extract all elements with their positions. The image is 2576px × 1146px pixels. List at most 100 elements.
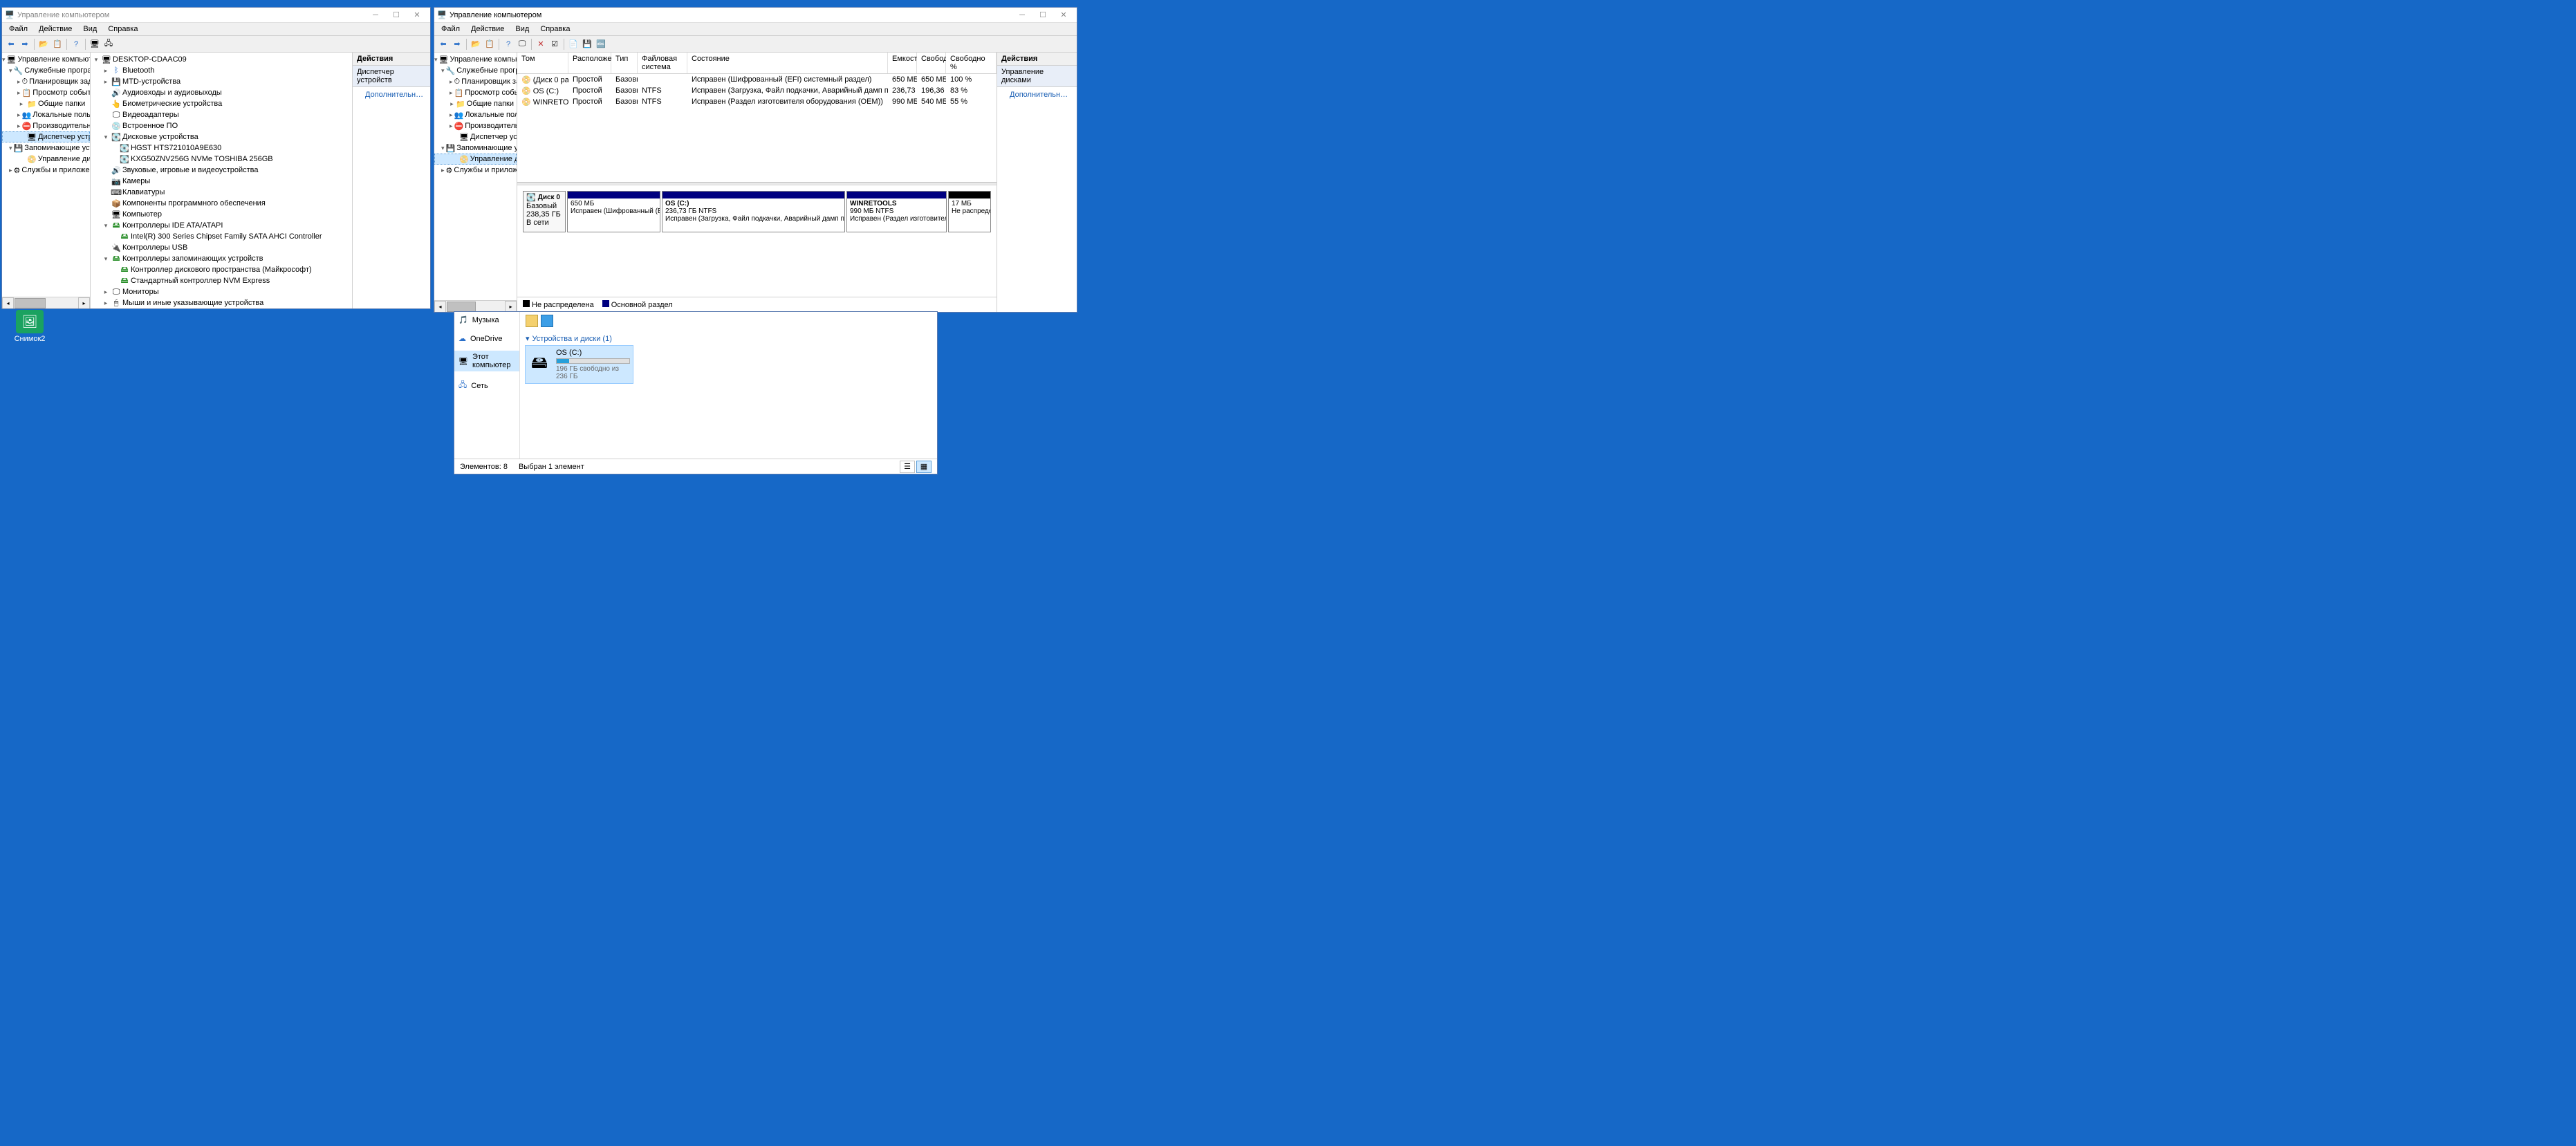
back-button[interactable]: ⬅ <box>5 38 17 50</box>
dev-firmware[interactable]: 💿Встроенное ПО <box>91 120 352 131</box>
show-hide-button[interactable]: 📋 <box>51 38 64 50</box>
format-button[interactable]: 💾 <box>581 38 593 50</box>
tree-users[interactable]: ▸👥Локальные пользовате <box>2 109 90 120</box>
props-button[interactable]: ☑ <box>548 38 561 50</box>
maximize-button[interactable]: ☐ <box>1032 8 1053 22</box>
nav-network[interactable]: 🖧Сеть <box>454 377 519 394</box>
dev-storage2[interactable]: 🖴Стандартный контроллер NVM Express <box>91 275 352 286</box>
tree-scheduler[interactable]: ▸⏱Планировщик заданий <box>434 76 517 87</box>
dev-video[interactable]: 🖵Видеоадаптеры <box>91 109 352 120</box>
nav-music[interactable]: 🎵Музыка <box>454 313 519 326</box>
menu-file[interactable]: Файл <box>3 24 33 35</box>
nav-thispc[interactable]: 🖥Этот компьютер <box>454 351 519 371</box>
dev-ide1[interactable]: 🖴Intel(R) 300 Series Chipset Family SATA… <box>91 231 352 242</box>
disk-info[interactable]: 💽Диск 0 Базовый 238,35 ГБ В сети <box>523 191 566 232</box>
desktop-shortcut[interactable]: 🖼 Снимок2 <box>6 310 54 343</box>
scroll-track[interactable] <box>14 297 78 308</box>
minimize-button[interactable]: ─ <box>365 8 386 22</box>
dev-disks[interactable]: ▾💽Дисковые устройства <box>91 131 352 142</box>
view-details[interactable]: ☰ <box>900 461 915 473</box>
dev-mtd[interactable]: ▸💾MTD-устройства <box>91 76 352 87</box>
tree-devmgr[interactable]: 🖥Диспетчер устройств <box>2 131 90 142</box>
folder-button[interactable]: 📂 <box>470 38 482 50</box>
scroll-track[interactable] <box>446 301 505 312</box>
scroll-right[interactable]: ▸ <box>505 301 517 312</box>
menu-action[interactable]: Действие <box>33 24 77 35</box>
menu-view[interactable]: Вид <box>77 24 102 35</box>
menu-help[interactable]: Справка <box>102 24 143 35</box>
close-button[interactable]: ✕ <box>407 8 427 22</box>
tree-eventvwr[interactable]: ▸📋Просмотр событий <box>434 87 517 98</box>
tree-eventvwr[interactable]: ▸📋Просмотр событий <box>2 87 90 98</box>
th-free[interactable]: Свободно <box>917 53 946 73</box>
view-large[interactable]: ▦ <box>916 461 932 473</box>
dev-sound[interactable]: 🔊Звуковые, игровые и видеоустройства <box>91 165 352 176</box>
scroll-right[interactable]: ▸ <box>78 297 90 308</box>
th-pct[interactable]: Свободно % <box>946 53 997 73</box>
dev-disk1[interactable]: 💽HGST HTS721010A9E630 <box>91 142 352 154</box>
actions-more[interactable]: Дополнительные дейс... ▸ <box>353 87 430 102</box>
tree-root[interactable]: ▾🖥Управление компьютером (ло <box>2 54 90 65</box>
table-row[interactable]: 📀 WINRETOOLSПростойБазовыйNTFSИсправен (… <box>517 96 997 107</box>
minimize-button[interactable]: ─ <box>1012 8 1032 22</box>
address-crumbs[interactable] <box>526 315 932 327</box>
close-button[interactable]: ✕ <box>1053 8 1074 22</box>
tree-diskmgr[interactable]: 📀Управление дисками <box>434 154 517 165</box>
refresh-button[interactable]: 🖵 <box>516 38 528 50</box>
table-row[interactable]: 📀 (Диск 0 раздел...ПростойБазовыйИсправе… <box>517 74 997 85</box>
th-fs[interactable]: Файловая система <box>638 53 687 73</box>
scan2-button[interactable]: 🖧 <box>102 38 115 50</box>
back-button[interactable]: ⬅ <box>437 38 450 50</box>
dev-bluetooth[interactable]: ▸ᛒBluetooth <box>91 65 352 76</box>
dev-keyboards[interactable]: ⌨Клавиатуры <box>91 187 352 198</box>
drive-os-c[interactable]: 🖴 OS (C:) 196 ГБ свободно из 236 ГБ <box>526 346 633 383</box>
help-button[interactable]: ? <box>70 38 82 50</box>
menu-action[interactable]: Действие <box>465 24 510 35</box>
dev-computer[interactable]: 🖥Компьютер <box>91 209 352 220</box>
partition[interactable]: 650 МБИсправен (Шифрованный (EFI) систе <box>567 191 660 232</box>
tree-scheduler[interactable]: ▸⏱Планировщик заданий <box>2 76 90 87</box>
dev-monitors[interactable]: ▸🖵Мониторы <box>91 286 352 297</box>
menu-help[interactable]: Справка <box>535 24 575 35</box>
th-volume[interactable]: Том <box>517 53 568 73</box>
delete-button[interactable]: ✕ <box>535 38 547 50</box>
tree-perf[interactable]: ▸⛔Производительность <box>2 120 90 131</box>
menu-view[interactable]: Вид <box>510 24 535 35</box>
dev-audio[interactable]: 🔊Аудиовходы и аудиовыходы <box>91 87 352 98</box>
actions-more[interactable]: Дополнительные дейс... ▸ <box>997 87 1077 102</box>
partition[interactable]: WINRETOOLS990 МБ NTFSИсправен (Раздел из… <box>846 191 947 232</box>
list-button[interactable]: 📋 <box>483 38 496 50</box>
table-row[interactable]: 📀 OS (C:)ПростойБазовыйNTFSИсправен (Заг… <box>517 85 997 96</box>
tree-shared[interactable]: ▸📁Общие папки <box>434 98 517 109</box>
th-status[interactable]: Состояние <box>687 53 888 73</box>
dev-cameras[interactable]: 📷Камеры <box>91 176 352 187</box>
dev-storage-ctrl[interactable]: ▾🖴Контроллеры запоминающих устройств <box>91 253 352 264</box>
dev-disk2[interactable]: 💽KXG50ZNV256G NVMe TOSHIBA 256GB <box>91 154 352 165</box>
dev-root[interactable]: ▾🖥DESKTOP-CDAAC09 <box>91 54 352 65</box>
partition[interactable]: 17 МБНе распределе <box>948 191 991 232</box>
section-devices[interactable]: ▾Устройства и диски (1) <box>526 331 932 346</box>
dev-mice[interactable]: ▸🖱Мыши и иные указывающие устройства <box>91 297 352 308</box>
titlebar[interactable]: 🖥️ Управление компьютером ─ ☐ ✕ <box>434 8 1077 23</box>
titlebar[interactable]: 🖥️ Управление компьютером ─ ☐ ✕ <box>2 8 430 23</box>
tree-apps[interactable]: ▸⚙Службы и приложения <box>434 165 517 176</box>
maximize-button[interactable]: ☐ <box>386 8 407 22</box>
dev-storage1[interactable]: 🖴Контроллер дискового пространства (Майк… <box>91 264 352 275</box>
dev-software[interactable]: 📦Компоненты программного обеспечения <box>91 198 352 209</box>
tree-apps[interactable]: ▸⚙Службы и приложения <box>2 165 90 176</box>
new-button[interactable]: 📄 <box>567 38 580 50</box>
dev-usb[interactable]: 🔌Контроллеры USB <box>91 242 352 253</box>
th-layout[interactable]: Расположение <box>568 53 611 73</box>
help-button[interactable]: ? <box>502 38 515 50</box>
letter-button[interactable]: 🔤 <box>595 38 607 50</box>
tree-utilities[interactable]: ▾🔧Служебные программы <box>434 65 517 76</box>
tree-storage[interactable]: ▾💾Запоминающие устройства <box>2 142 90 154</box>
tree-devmgr[interactable]: 🖥Диспетчер устройств <box>434 131 517 142</box>
dev-biometric[interactable]: 👆Биометрические устройства <box>91 98 352 109</box>
up-button[interactable]: 📂 <box>37 38 50 50</box>
tree-diskmgr[interactable]: 📀Управление дисками <box>2 154 90 165</box>
scroll-left[interactable]: ◂ <box>2 297 14 308</box>
nav-onedrive[interactable]: ☁OneDrive <box>454 332 519 345</box>
menu-file[interactable]: Файл <box>436 24 465 35</box>
forward-button[interactable]: ➡ <box>451 38 463 50</box>
